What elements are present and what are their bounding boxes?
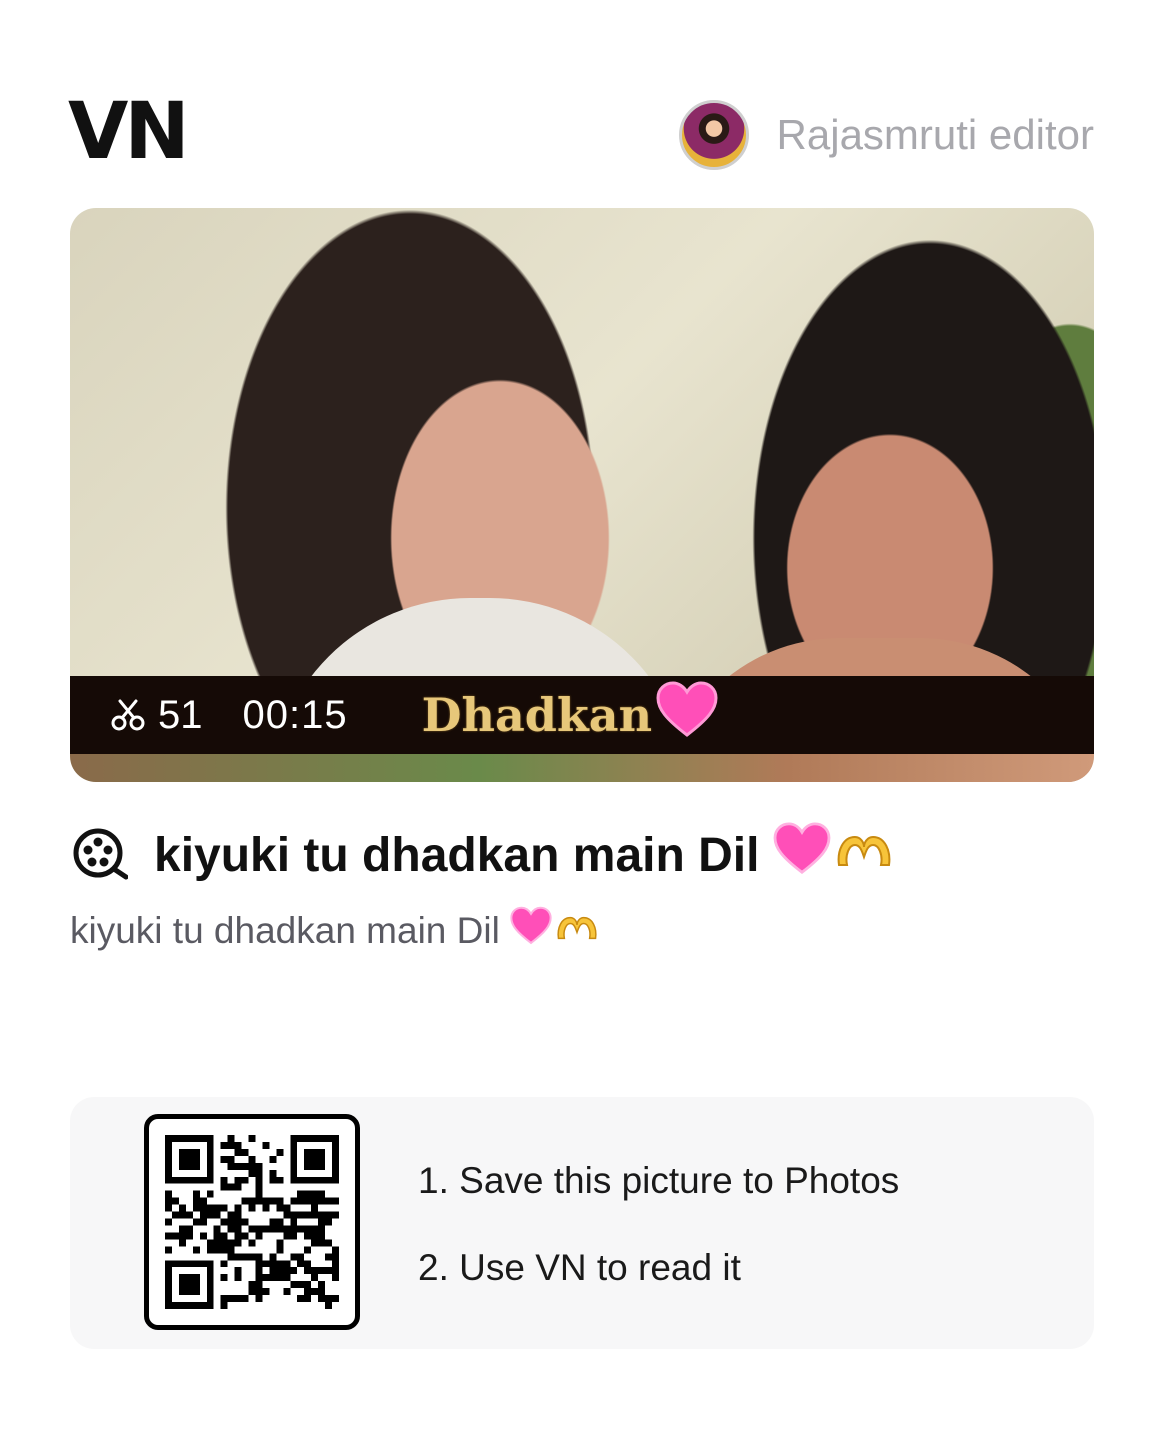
- thumbnail-info-bar: 51 00:15 Dhadkan: [70, 676, 1094, 754]
- qr-card: 1. Save this picture to Photos 2. Use VN…: [70, 1097, 1094, 1349]
- project-title-text: kiyuki tu dhadkan main Dil: [154, 828, 760, 882]
- scissors-icon: [108, 695, 148, 735]
- project-description-text: kiyuki tu dhadkan main Dil: [70, 909, 500, 951]
- video-duration: 00:15: [242, 692, 348, 737]
- heart-hands-icon: [554, 910, 600, 952]
- author-profile[interactable]: Rajasmruti editor: [678, 98, 1094, 172]
- pink-heart-icon: [510, 906, 552, 955]
- instruction-step-1: 1. Save this picture to Photos: [418, 1160, 900, 1201]
- vn-logo: VN: [68, 87, 190, 177]
- overlay-title-text: Dhadkan: [421, 688, 653, 742]
- qr-code-image: [165, 1135, 339, 1309]
- qr-code[interactable]: [144, 1114, 360, 1330]
- pink-heart-icon: [773, 822, 831, 888]
- project-title-row: kiyuki tu dhadkan main Dil: [72, 822, 895, 888]
- heart-hands-icon: [833, 828, 895, 883]
- film-reel-icon: [72, 827, 129, 883]
- qr-instructions: 1. Save this picture to Photos 2. Use VN…: [418, 1159, 899, 1290]
- author-avatar[interactable]: [678, 100, 749, 170]
- clip-count: 51: [158, 692, 203, 737]
- author-name[interactable]: Rajasmruti editor: [777, 111, 1094, 159]
- project-description: kiyuki tu dhadkan main Dil: [70, 906, 600, 955]
- pink-heart-icon: [656, 680, 718, 750]
- instruction-step-2: 2. Use VN to read it: [418, 1247, 741, 1288]
- project-title: kiyuki tu dhadkan main Dil: [154, 822, 895, 888]
- overlay-title: Dhadkan: [421, 680, 718, 750]
- project-thumbnail[interactable]: 51 00:15 Dhadkan: [70, 208, 1094, 782]
